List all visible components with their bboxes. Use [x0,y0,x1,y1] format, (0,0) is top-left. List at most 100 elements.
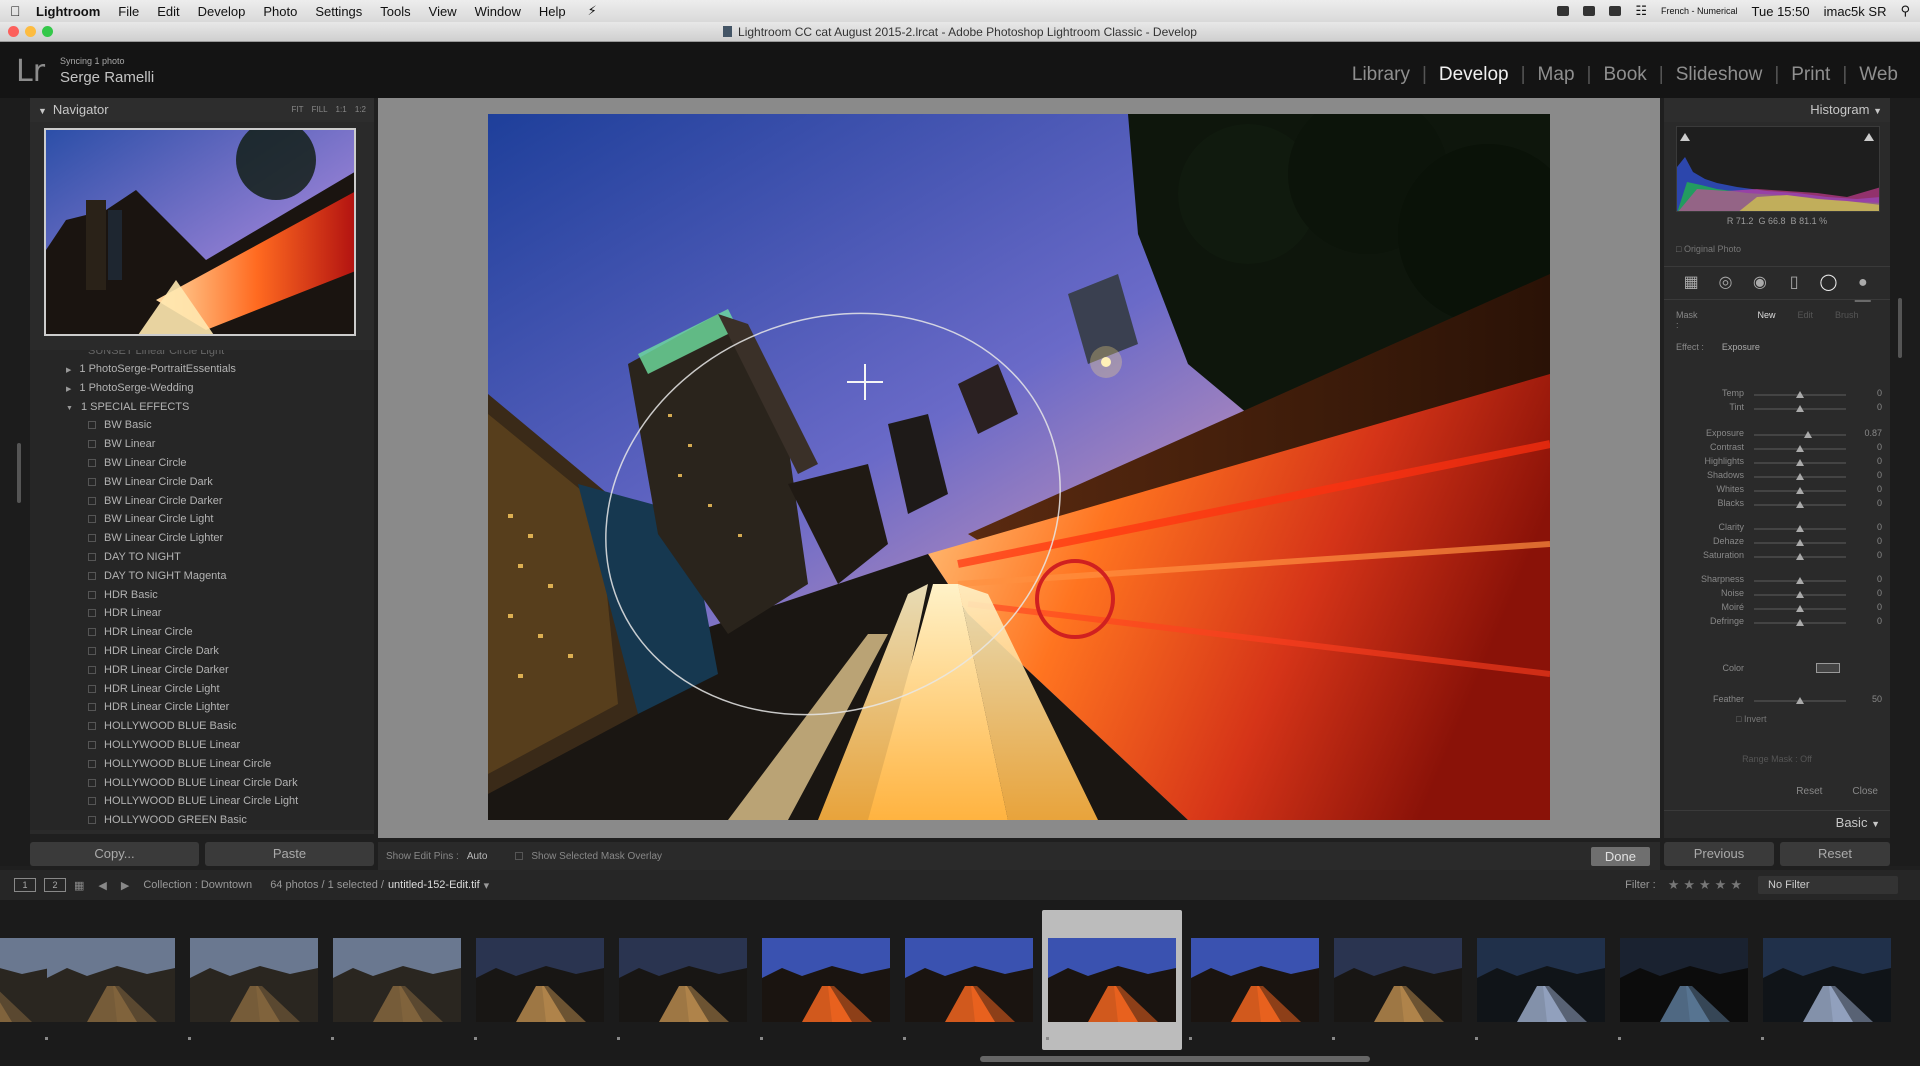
slider-contrast[interactable]: Contrast 0 [1664,442,1890,456]
module-library[interactable]: Library [1340,64,1422,86]
wifi-icon[interactable]: ☷ [1635,3,1647,19]
preset-item[interactable]: HDR Linear [30,604,374,623]
preset-item[interactable]: HDR Linear Circle Lighter [30,698,374,717]
slider-knob[interactable] [1796,539,1804,546]
spotlight-icon[interactable]: ⚲ [1900,3,1910,19]
collapse-triangle-icon[interactable]: ▼ [38,106,47,116]
preset-item[interactable]: BW Linear Circle Light [30,510,374,529]
apple-icon[interactable]:  [10,3,36,19]
slider-value[interactable]: 0 [1877,550,1882,560]
slider-whites[interactable]: Whites 0 [1664,484,1890,498]
thumbnail[interactable] [327,910,467,1050]
slider-value[interactable]: 0 [1877,574,1882,584]
preset-item[interactable]: DAY TO NIGHT [30,548,374,567]
preset-folder[interactable]: ▶ 1 PhotoSerge-Wedding [30,379,374,398]
thumbnail[interactable] [1471,910,1611,1050]
preset-icon[interactable] [88,590,96,599]
status-icon[interactable] [1609,6,1622,16]
status-icon[interactable] [1583,6,1596,16]
user-menu[interactable]: imac5k SR [1824,4,1887,19]
thumbnail[interactable] [1185,910,1325,1050]
slider-saturation[interactable]: Saturation 0 [1664,550,1890,564]
slider-value[interactable]: 0 [1877,456,1882,466]
preset-icon[interactable] [88,816,96,825]
collapse-triangle-icon[interactable]: ▼ [1873,106,1882,116]
thumbnail[interactable] [899,910,1039,1050]
slider-value[interactable]: 0 [1877,388,1882,398]
slider-exposure[interactable]: Exposure 0.87 [1664,428,1890,442]
adjustment-brush-icon[interactable]: ●— [1853,274,1873,309]
sync-status[interactable]: Syncing 1 photo [60,56,125,66]
slider-value[interactable]: 0 [1877,402,1882,412]
close-window-button[interactable] [8,26,19,37]
preset-item[interactable]: HOLLYWOOD BLUE Linear Circle Dark [30,774,374,793]
preset-item[interactable]: BW Basic [30,416,374,435]
slider-knob[interactable] [1796,619,1804,626]
thumbnail[interactable] [613,910,753,1050]
filter-select[interactable]: No Filter [1758,876,1898,894]
preset-folder[interactable]: ▶ 1 PhotoSerge-PortraitEssentials [30,360,374,379]
graduated-filter-icon[interactable]: ▯ [1784,274,1804,292]
reset-button[interactable]: Reset [1780,842,1890,866]
slider-knob[interactable] [1796,501,1804,508]
slider-knob[interactable] [1796,577,1804,584]
module-map[interactable]: Map [1526,64,1587,86]
navigator-zoom-options[interactable]: FIT FILL 1:1 1:2 [292,98,366,122]
slider-dehaze[interactable]: Dehaze 0 [1664,536,1890,550]
slider-track[interactable] [1754,539,1846,546]
thumbnail[interactable] [756,910,896,1050]
slider-track[interactable] [1754,487,1846,494]
preset-item[interactable]: HOLLYWOOD BLUE Linear Circle [30,755,374,774]
navigator-preview[interactable] [44,128,356,336]
previous-button[interactable]: Previous [1664,842,1774,866]
menu-tools[interactable]: Tools [380,4,410,19]
effect-select[interactable]: Exposure [1722,342,1760,352]
menu-photo[interactable]: Photo [263,4,297,19]
slider-value[interactable]: 0 [1877,484,1882,494]
feather-slider[interactable]: Feather 50 [1664,694,1890,708]
module-book[interactable]: Book [1591,64,1658,86]
preset-icon[interactable] [88,684,96,693]
slider-moir[interactable]: Moiré 0 [1664,602,1890,616]
thumbnail[interactable] [470,910,610,1050]
module-develop[interactable]: Develop [1427,64,1521,86]
slider-knob[interactable] [1796,405,1804,412]
filmstrip-scrollbar[interactable] [980,1056,1370,1062]
thumbnail[interactable] [1757,910,1897,1050]
show-edit-pins-select[interactable]: Auto [467,851,488,862]
forward-arrow-icon[interactable]: ▶ [121,879,129,892]
preset-icon[interactable] [88,778,96,787]
left-collapse-handle[interactable] [17,443,21,503]
module-web[interactable]: Web [1847,64,1910,86]
slider-knob[interactable] [1796,697,1804,704]
slider-value[interactable]: 0 [1877,522,1882,532]
preset-item[interactable]: BW Linear Circle Dark [30,473,374,492]
preset-folder[interactable]: ▼ 1 SPECIAL EFFECTS [30,398,374,417]
preset-item[interactable]: DAY TO NIGHT Magenta [30,567,374,586]
slider-knob[interactable] [1796,487,1804,494]
slider-value[interactable]: 50 [1872,694,1882,704]
slider-value[interactable]: 0 [1877,498,1882,508]
menu-settings[interactable]: Settings [315,4,362,19]
main-photo-image[interactable] [488,114,1550,820]
slider-track[interactable] [1754,501,1846,508]
slider-knob[interactable] [1796,473,1804,480]
preset-icon[interactable] [88,552,96,561]
slider-value[interactable]: 0 [1877,616,1882,626]
slider-value[interactable]: 0 [1877,588,1882,598]
main-photo[interactable] [488,114,1550,820]
preset-icon[interactable] [88,665,96,674]
preset-item[interactable]: HDR Linear Circle [30,623,374,642]
preset-item[interactable]: HDR Basic [30,586,374,605]
slider-noise[interactable]: Noise 0 [1664,588,1890,602]
second-window-button[interactable]: 2 [44,878,66,892]
radial-filter-icon[interactable]: ◯ [1818,274,1838,292]
preset-icon[interactable] [88,496,96,505]
basic-panel-header[interactable]: Basic ▼ [1664,810,1890,834]
menu-edit[interactable]: Edit [157,4,179,19]
navigator-header[interactable]: ▼ Navigator FIT FILL 1:1 1:2 [30,98,374,122]
thumbnail[interactable] [41,910,181,1050]
preset-icon[interactable] [88,477,96,486]
collapsed-triangle-icon[interactable]: ▶ [66,386,71,393]
preset-icon[interactable] [88,646,96,655]
